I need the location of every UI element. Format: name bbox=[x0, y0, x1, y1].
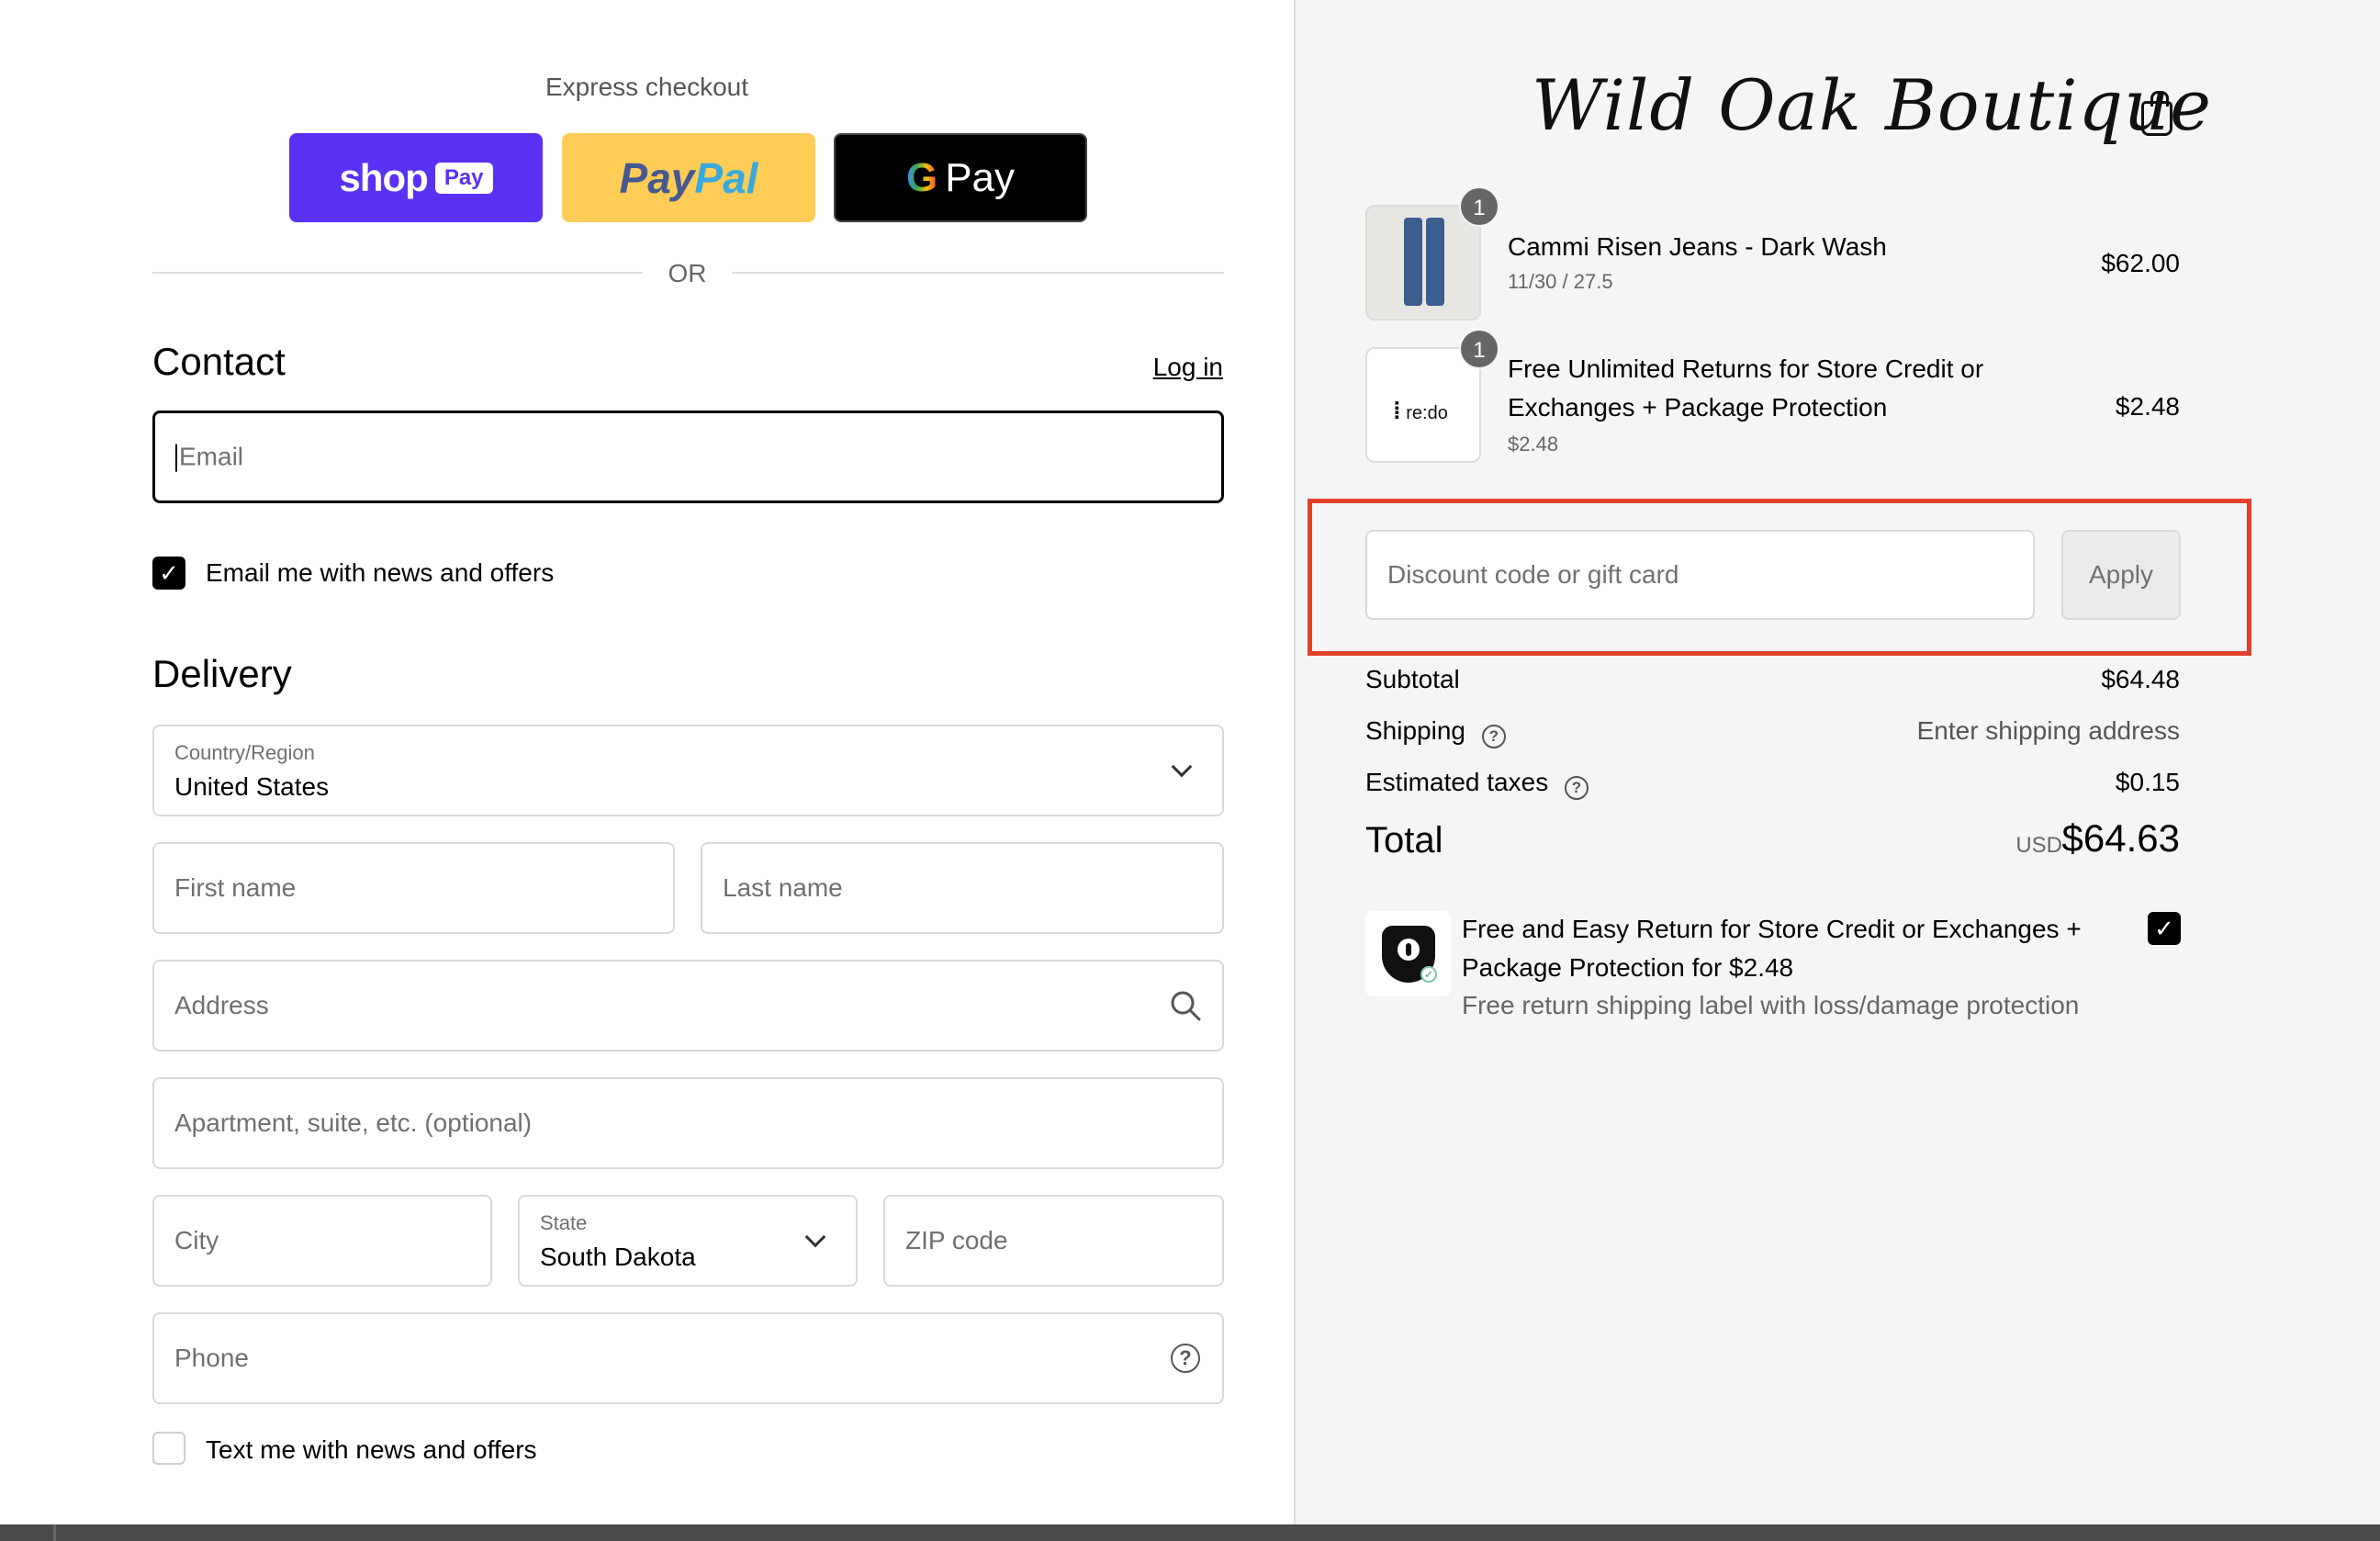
phone-placeholder: Phone bbox=[174, 1344, 249, 1372]
text-offers-checkbox[interactable] bbox=[152, 1432, 185, 1465]
text-offers-label: Text me with news and offers bbox=[206, 1435, 537, 1464]
redo-logo: ⁞ re:do bbox=[1393, 397, 1448, 424]
country-value: United States bbox=[174, 772, 330, 801]
paypal-button[interactable]: PayPal bbox=[562, 133, 815, 222]
product-thumbnail-redo: ⁞ re:do 1 bbox=[1365, 329, 1499, 463]
item-name-line1: Free Unlimited Returns for Store Credit … bbox=[1508, 354, 1984, 383]
item-price: $62.00 bbox=[2101, 249, 2180, 277]
address-placeholder: Address bbox=[174, 991, 269, 1019]
quantity-badge: 1 bbox=[1459, 329, 1499, 369]
country-label: Country/Region bbox=[174, 741, 315, 764]
window-bottom-edge bbox=[0, 1524, 2380, 1541]
login-link[interactable]: Log in bbox=[1153, 353, 1223, 382]
or-divider-text: OR bbox=[668, 259, 707, 287]
last-name-placeholder: Last name bbox=[723, 873, 843, 902]
discount-code-input[interactable]: Discount code or gift card bbox=[1365, 530, 2035, 620]
chevron-down-icon bbox=[1171, 756, 1193, 778]
divider-left bbox=[152, 272, 643, 274]
chevron-down-icon bbox=[804, 1226, 826, 1248]
first-name-placeholder: First name bbox=[174, 873, 297, 902]
taxes-value: $0.15 bbox=[2115, 768, 2180, 796]
discount-placeholder: Discount code or gift card bbox=[1387, 560, 1679, 589]
email-input[interactable]: Email bbox=[152, 411, 1224, 503]
check-icon: ✓ bbox=[1420, 966, 1437, 983]
zip-placeholder: ZIP code bbox=[905, 1226, 1008, 1254]
first-name-input[interactable]: First name bbox=[152, 842, 675, 934]
protection-checkbox[interactable]: ✓ bbox=[2148, 912, 2181, 945]
divider-right bbox=[732, 272, 1224, 274]
jeans-image bbox=[1404, 218, 1422, 306]
state-label: State bbox=[540, 1211, 588, 1234]
shop-pay-button[interactable]: shop Pay bbox=[289, 133, 543, 222]
zip-input[interactable]: ZIP code bbox=[883, 1195, 1224, 1287]
total-label: Total bbox=[1365, 820, 1443, 860]
email-placeholder: Email bbox=[175, 442, 243, 472]
subtotal-label: Subtotal bbox=[1365, 665, 1460, 693]
quantity-badge: 1 bbox=[1459, 186, 1499, 227]
news-offers-checkbox[interactable]: ✓ bbox=[152, 557, 185, 590]
help-icon[interactable]: ? bbox=[1564, 776, 1589, 800]
item-name: Cammi Risen Jeans - Dark Wash bbox=[1508, 232, 1887, 261]
item-variant: 11/30 / 27.5 bbox=[1508, 270, 1613, 293]
shipping-value: Enter shipping address bbox=[1916, 716, 2180, 745]
paypal-wordmark: PayPal bbox=[619, 153, 758, 202]
item-variant: $2.48 bbox=[1508, 433, 1559, 456]
express-checkout-title: Express checkout bbox=[545, 73, 748, 101]
apply-button[interactable]: Apply bbox=[2061, 530, 2181, 620]
city-placeholder: City bbox=[174, 1226, 219, 1254]
shop-pay-wordmark: shop bbox=[339, 155, 428, 199]
help-icon[interactable]: ? bbox=[1481, 725, 1506, 748]
phone-input[interactable]: Phone ? bbox=[152, 1312, 1224, 1404]
protection-line2: Package Protection for $2.48 bbox=[1462, 953, 1794, 982]
shopping-bag-icon[interactable] bbox=[2141, 91, 2172, 136]
item-price: $2.48 bbox=[2115, 392, 2180, 421]
google-pay-button[interactable]: G Pay bbox=[834, 133, 1087, 222]
last-name-input[interactable]: Last name bbox=[701, 842, 1224, 934]
google-pay-wordmark: Pay bbox=[945, 154, 1016, 200]
shipping-label: Shipping ? bbox=[1365, 716, 1506, 748]
country-select[interactable]: Country/Region United States bbox=[152, 725, 1224, 816]
product-thumbnail-jeans: 1 bbox=[1365, 186, 1499, 321]
help-icon[interactable]: ? bbox=[1171, 1344, 1200, 1373]
total-currency: USD bbox=[2015, 833, 2062, 858]
store-logo[interactable]: Wild Oak Boutique bbox=[1532, 64, 2211, 146]
delivery-heading: Delivery bbox=[152, 652, 292, 695]
apartment-placeholder: Apartment, suite, etc. (optional) bbox=[174, 1108, 533, 1137]
total-value: $64.63 bbox=[2061, 816, 2180, 860]
state-value: South Dakota bbox=[540, 1243, 696, 1271]
contact-heading: Contact bbox=[152, 340, 286, 383]
item-name-line2: Exchanges + Package Protection bbox=[1508, 393, 1888, 422]
state-select[interactable]: State South Dakota bbox=[518, 1195, 858, 1287]
city-input[interactable]: City bbox=[152, 1195, 492, 1287]
checkout-form-panel: Express checkout shop Pay PayPal G Pay O… bbox=[0, 0, 1294, 1541]
protection-line1: Free and Easy Return for Store Credit or… bbox=[1462, 915, 2082, 943]
apartment-input[interactable]: Apartment, suite, etc. (optional) bbox=[152, 1077, 1224, 1169]
search-icon bbox=[1171, 991, 1201, 1021]
subtotal-value: $64.48 bbox=[2101, 665, 2180, 693]
news-offers-label: Email me with news and offers bbox=[206, 558, 555, 587]
taxes-label: Estimated taxes ? bbox=[1365, 768, 1589, 800]
google-g-icon: G bbox=[905, 154, 938, 200]
shop-pay-pill: Pay bbox=[434, 162, 493, 194]
protection-subtext: Free return shipping label with loss/dam… bbox=[1462, 991, 2080, 1019]
redo-shield-logo: ✓ bbox=[1365, 911, 1451, 996]
address-input[interactable]: Address bbox=[152, 960, 1224, 1052]
